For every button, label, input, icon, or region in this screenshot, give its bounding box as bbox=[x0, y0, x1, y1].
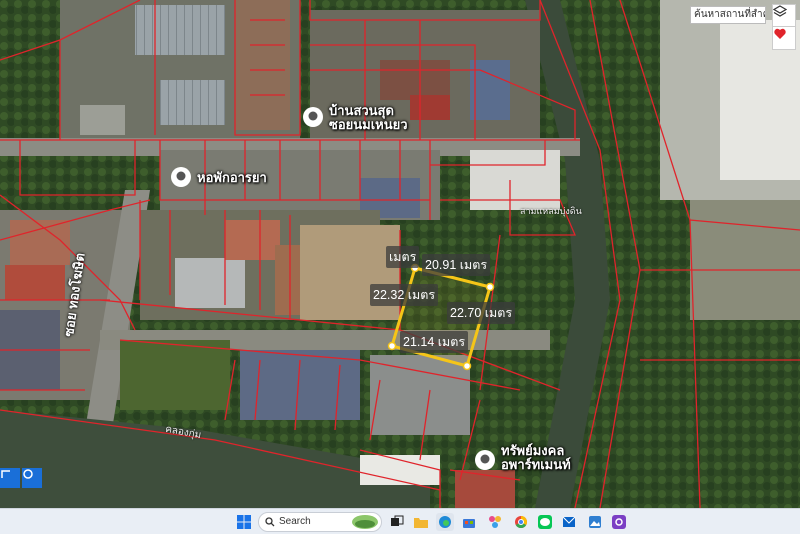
chrome-icon bbox=[515, 516, 528, 529]
store-button[interactable] bbox=[460, 513, 478, 531]
place-name-line2: ซอยนมเหนยว bbox=[329, 117, 408, 132]
line-app-button[interactable] bbox=[536, 513, 554, 531]
measurement-left: 22.32 เมตร bbox=[370, 284, 439, 306]
image-app-button[interactable] bbox=[586, 513, 604, 531]
search-icon bbox=[265, 517, 275, 527]
line-tool-icon bbox=[1, 470, 10, 478]
place-name-line1: ทรัพย์มงคล bbox=[501, 443, 565, 458]
map-view[interactable]: บ้านสวนสุด ซอยนมเหนยว หอพักอารยา ทรัพย์ม… bbox=[0, 0, 800, 508]
map-pin-icon[interactable] bbox=[474, 449, 496, 471]
folder-icon bbox=[414, 518, 428, 528]
photos-button[interactable] bbox=[486, 513, 504, 531]
measurement-partial: เมตร bbox=[386, 246, 420, 268]
file-explorer-button[interactable] bbox=[412, 513, 430, 531]
place-label-horpak[interactable]: หอพักอารยา bbox=[197, 171, 267, 185]
mail-icon bbox=[562, 516, 576, 527]
place-search-input[interactable]: ค้นหาสถานที่สำคัญ bbox=[690, 6, 766, 24]
edge-icon bbox=[439, 516, 451, 528]
layers-button[interactable] bbox=[772, 4, 796, 28]
windows-taskbar: Search bbox=[0, 508, 800, 534]
measurement-top: 20.91 เมตร bbox=[422, 254, 491, 276]
heart-icon bbox=[774, 28, 786, 39]
circle-tool-icon bbox=[23, 469, 33, 479]
taskbar-search-label: Search bbox=[279, 516, 311, 527]
search-highlight-icon bbox=[352, 515, 378, 529]
outlook-button[interactable] bbox=[560, 513, 578, 531]
image-icon bbox=[589, 516, 601, 528]
favorite-button[interactable] bbox=[772, 26, 796, 50]
edge-button[interactable] bbox=[436, 513, 454, 531]
purple-app-button[interactable] bbox=[610, 513, 628, 531]
line-chat-icon bbox=[538, 515, 552, 529]
taskbar-search[interactable]: Search bbox=[258, 512, 382, 532]
windows-icon bbox=[237, 515, 251, 529]
layers-icon bbox=[773, 5, 787, 17]
place-name-line2: อพาร์ทเมนท์ bbox=[501, 457, 571, 472]
place-name-line1: บ้านสวนสุด bbox=[329, 103, 394, 118]
measurement-bottom: 21.14 เมตร bbox=[400, 331, 469, 353]
start-button[interactable] bbox=[235, 513, 253, 531]
task-view-button[interactable] bbox=[388, 513, 406, 531]
chrome-button[interactable] bbox=[512, 513, 530, 531]
map-pin-icon[interactable] bbox=[302, 106, 324, 128]
store-icon bbox=[463, 519, 475, 528]
measurement-right: 22.70 เมตร bbox=[447, 302, 516, 324]
draw-circle-button[interactable] bbox=[22, 468, 42, 488]
task-view-icon bbox=[391, 515, 404, 526]
map-pin-icon[interactable] bbox=[170, 166, 192, 188]
place-label-ban-suan[interactable]: บ้านสวนสุด ซอยนมเหนยว bbox=[329, 104, 408, 132]
draw-line-button[interactable] bbox=[0, 468, 20, 488]
colorful-app-icon bbox=[489, 516, 501, 528]
place-label-apartment[interactable]: ทรัพย์มงคล อพาร์ทเมนท์ bbox=[501, 444, 571, 472]
area-label: สามแหลมบุ่งดิน bbox=[520, 206, 582, 216]
purple-app-icon bbox=[612, 515, 626, 529]
